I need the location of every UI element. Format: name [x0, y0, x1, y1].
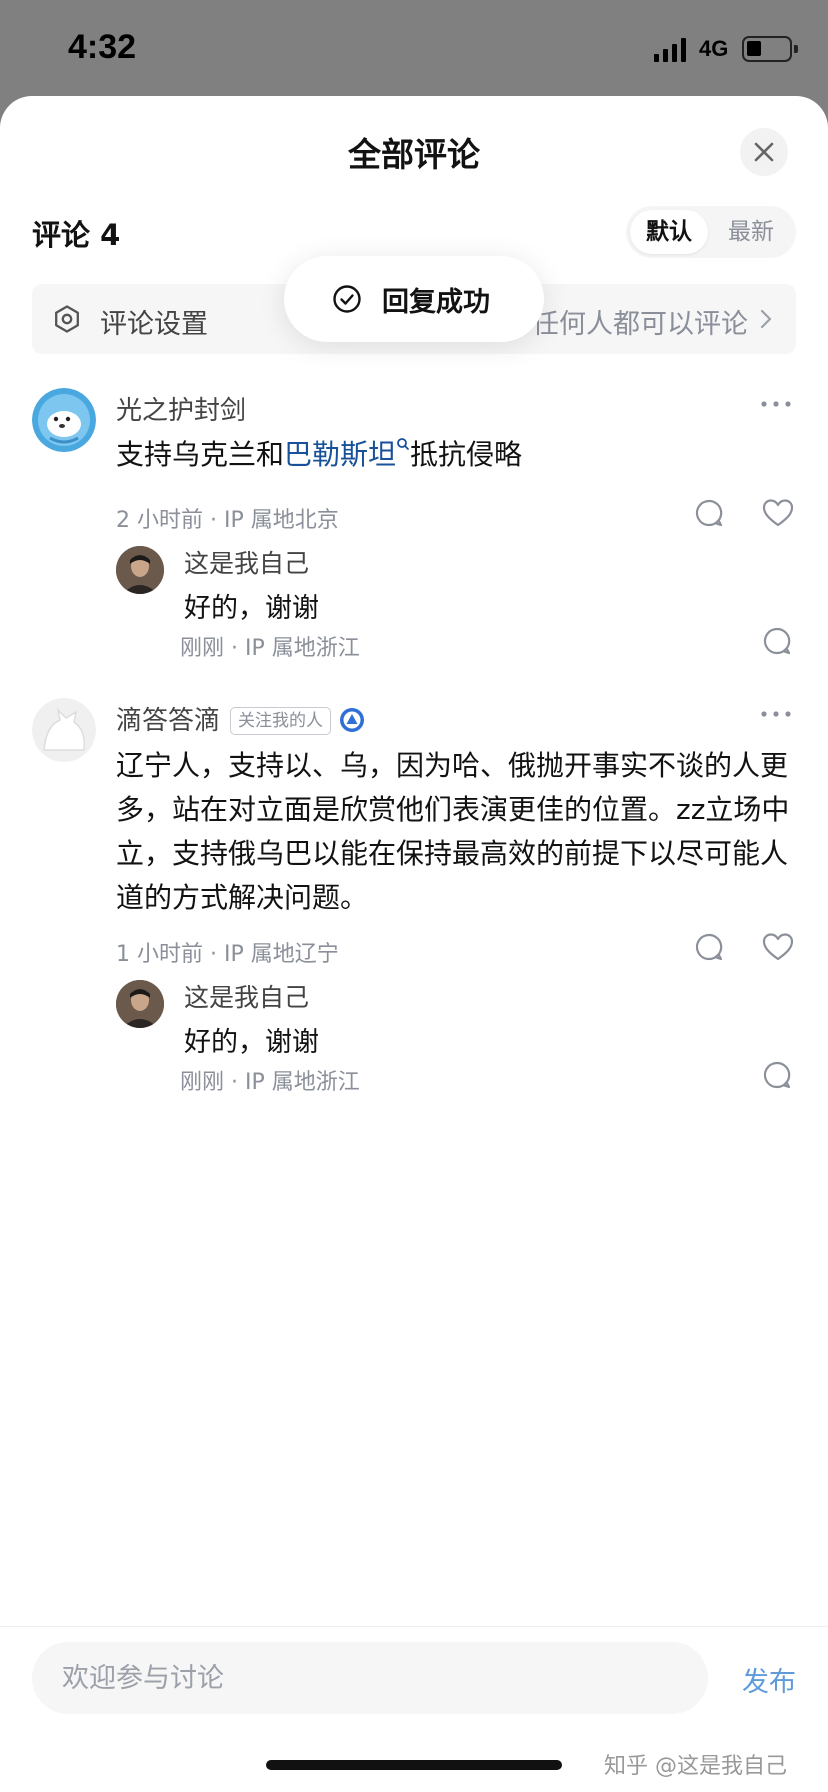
sort-default-option[interactable]: 默认 — [630, 210, 708, 254]
heart-icon[interactable] — [762, 932, 794, 962]
comments-sheet: 全部评论 评论 4 默认 最新 评论设置 任何人都可以评论 回复成功 光之护封剑… — [0, 96, 828, 1792]
level-badge-icon — [340, 708, 365, 732]
avatar-image — [32, 698, 96, 762]
avatar[interactable] — [32, 388, 96, 452]
comment-text-part: 支持乌克兰和 — [116, 438, 285, 471]
comment-text: 辽宁人，支持以、乌，因为哈、俄抛开事实不谈的人更多，站在对立面是欣赏他们表演更佳… — [116, 749, 790, 914]
check-circle-icon — [333, 285, 361, 313]
comment-input[interactable] — [32, 1642, 708, 1714]
settings-value: 任何人都可以评论 — [532, 309, 748, 340]
chevron-right-icon — [760, 309, 772, 329]
comment-author[interactable]: 光之护封剑 — [116, 390, 246, 427]
reply-icon[interactable] — [762, 626, 792, 656]
reply-meta: 刚刚 · IP 属地浙江 — [180, 636, 360, 661]
search-icon — [397, 438, 409, 450]
comment-text: 支持乌克兰和巴勒斯坦 抵抗侵略 — [116, 434, 806, 476]
reply-meta: 刚刚 · IP 属地浙江 — [180, 1070, 360, 1095]
network-label: 4G — [699, 36, 729, 61]
avatar[interactable] — [32, 698, 96, 762]
avatar-image — [116, 546, 164, 594]
reply-avatar[interactable] — [116, 980, 164, 1028]
comment-count: 评论 4 — [32, 218, 121, 252]
follower-badge: 关注我的人 — [230, 707, 332, 735]
reply-text: 好的，谢谢 — [184, 593, 319, 624]
success-toast: 回复成功 — [284, 256, 544, 342]
heart-icon[interactable] — [762, 498, 794, 528]
reply-author[interactable]: 这是我自己 — [184, 544, 309, 580]
toast-text: 回复成功 — [382, 287, 490, 318]
reply-author[interactable]: 这是我自己 — [184, 978, 309, 1014]
avatar-image — [32, 388, 96, 452]
sheet-title: 全部评论 — [348, 135, 480, 174]
publish-button[interactable]: 发布 — [742, 1660, 796, 1699]
more-icon[interactable] — [758, 704, 794, 724]
close-icon — [754, 142, 774, 162]
reply-avatar[interactable] — [116, 546, 164, 594]
reply-icon[interactable] — [694, 932, 724, 962]
reply-text: 好的，谢谢 — [184, 1027, 319, 1058]
comment-author: 滴答答滴 关注我的人 — [116, 700, 365, 737]
comment-text-part: 抵抗侵略 — [410, 438, 523, 471]
comment-author-name[interactable]: 滴答答滴 — [116, 706, 220, 736]
reply-icon[interactable] — [694, 498, 724, 528]
signal-icon — [654, 38, 686, 62]
status-bar: 4:32 4G — [0, 0, 828, 96]
home-indicator — [266, 1760, 562, 1770]
watermark: 知乎 @这是我自己 — [604, 1754, 787, 1779]
battery-icon — [742, 36, 798, 62]
status-time: 4:32 — [68, 28, 137, 66]
close-button[interactable] — [740, 128, 788, 176]
composer-divider — [0, 1626, 828, 1627]
reply-icon[interactable] — [762, 1060, 792, 1090]
settings-icon — [55, 305, 79, 333]
settings-label: 评论设置 — [100, 309, 208, 340]
avatar-image — [116, 980, 164, 1028]
sort-toggle: 默认 最新 — [626, 206, 796, 258]
comment-meta: 1 小时前 · IP 属地辽宁 — [116, 942, 339, 967]
keyword-link[interactable]: 巴勒斯坦 — [284, 438, 396, 471]
comment-meta: 2 小时前 · IP 属地北京 — [116, 508, 339, 533]
sort-latest-option[interactable]: 最新 — [712, 210, 790, 254]
more-icon[interactable] — [758, 394, 794, 414]
